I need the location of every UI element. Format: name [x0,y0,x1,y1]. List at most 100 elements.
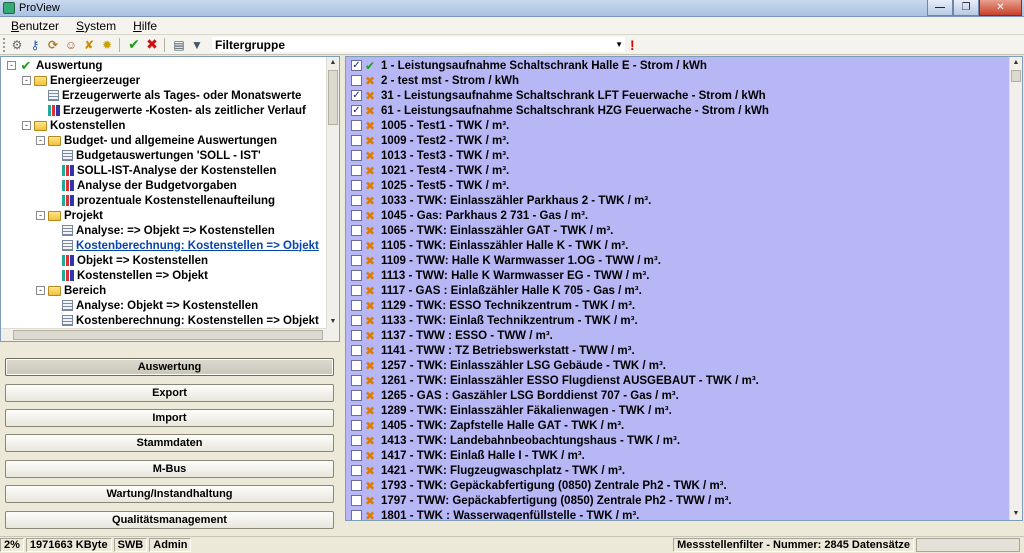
checkbox[interactable] [351,345,362,356]
tree-horizontal-scrollbar[interactable] [1,328,327,341]
nav-button-export[interactable]: Export [5,384,334,402]
tree-item[interactable]: SOLL-IST-Analyse der Kostenstellen [62,163,276,178]
checkbox[interactable] [351,195,362,206]
checkbox[interactable] [351,285,362,296]
checkbox[interactable] [351,135,362,146]
checkbox[interactable] [351,450,362,461]
meter-row[interactable]: ✓ ✖ 31 - Leistungsaufnahme Schaltschrank L… [351,88,766,103]
tree-item[interactable]: Projekt [48,208,103,223]
nav-button-qualitätsmanagement[interactable]: Qualitätsmanagement [5,511,334,529]
meter-row[interactable]: ✖ 1105 - TWK: Einlasszähler Halle K - TWK… [351,238,628,253]
meter-row[interactable]: ✖ 1797 - TWW: Gepäckabfertigung (0850) Ze… [351,493,732,508]
tree-item[interactable]: Analyse: Objekt => Kostenstellen [62,298,258,313]
meter-row[interactable]: ✖ 1261 - TWK: Einlasszähler ESSO Flugdien… [351,373,759,388]
tree-item[interactable]: Bereich [48,283,106,298]
tree-item[interactable]: Analyse: => Objekt => Kostenstellen [62,223,275,238]
meter-row[interactable]: ✖ 1033 - TWK: Einlasszähler Parkhaus 2 - … [351,193,651,208]
meter-row[interactable]: ✖ 1133 - TWK: Einlaß Technikzentrum - TWK… [351,313,638,328]
tree-item[interactable]: prozentuale Kostenstellenaufteilung [62,193,275,208]
meter-row[interactable]: ✖ 1421 - TWK: Flugzeugwaschplatz - TWK / … [351,463,625,478]
filter-warning-icon[interactable]: ! [630,37,635,53]
tree-item[interactable]: Energieerzeuger [34,73,140,88]
filter-group-select[interactable]: Filtergruppe ▼ [211,36,626,53]
report-icon[interactable]: ▤ [171,37,187,53]
nav-button-auswertung[interactable]: Auswertung [5,358,334,376]
tool-gear-icon[interactable]: ⚙ [9,37,25,53]
tree-scroll-thumb[interactable] [328,70,338,125]
tree-item[interactable]: Kostenstellen [34,118,125,133]
minimize-button[interactable]: — [927,0,953,16]
meter-row[interactable]: ✖ 1265 - GAS : Gaszähler LSG Borddienst 7… [351,388,679,403]
wrench-icon[interactable]: ✘ [81,37,97,53]
nav-button-import[interactable]: Import [5,409,334,427]
checkbox[interactable] [351,480,362,491]
meter-row[interactable]: ✖ 1793 - TWK: Gepäckabfertigung (0850) Ze… [351,478,727,493]
tree-item[interactable]: Analyse der Budgetvorgaben [62,178,237,193]
menu-system[interactable]: System [65,19,122,33]
meter-row[interactable]: ✓ ✔ 1 - Leistungsaufnahme Schaltschrank Ha… [351,58,707,73]
cancel-icon[interactable]: ✖ [144,36,160,53]
meter-row[interactable]: ✖ 1801 - TWK : Wasserwagenfüllstelle - TW… [351,508,639,520]
meter-row[interactable]: ✖ 1113 - TWW: Halle K Warmwasser EG - TWW… [351,268,649,283]
meter-row[interactable]: ✖ 1013 - Test3 - TWK / m³. [351,148,509,163]
meter-row[interactable]: ✖ 1065 - TWK: Einlasszähler GAT - TWK / m… [351,223,613,238]
meter-row[interactable]: ✖ 1141 - TWW : TZ Betriebswerkstatt - TWW… [351,343,635,358]
meter-row[interactable]: ✖ 2 - test mst - Strom / kWh [351,73,519,88]
menu-benutzer[interactable]: Benutzer [0,19,65,33]
meter-row[interactable]: ✖ 1289 - TWK: Einlasszähler Fäkalienwagen… [351,403,672,418]
checkbox[interactable] [351,360,362,371]
checkbox[interactable] [351,405,362,416]
nav-button-wartung-instandhaltung[interactable]: Wartung/Instandhaltung [5,485,334,503]
tree-collapse-icon[interactable]: - [7,61,16,70]
tree-collapse-icon[interactable]: - [36,286,45,295]
nav-button-m-bus[interactable]: M-Bus [5,460,334,478]
tree-item[interactable]: ✔ Auswertung [19,58,103,73]
checkbox[interactable] [351,240,362,251]
evaluation-tree[interactable]: - ✔ Auswertung - Energieerzeuger Erzeugerwert… [0,56,340,342]
tree-collapse-icon[interactable]: - [22,76,31,85]
filter-icon[interactable]: ▼ [189,37,205,53]
network-icon[interactable]: ⚷ [27,37,43,53]
meter-row[interactable]: ✖ 1129 - TWK: ESSO Technikzentrum - TWK /… [351,298,635,313]
nav-button-stammdaten[interactable]: Stammdaten [5,434,334,452]
scroll-down-icon[interactable]: ▼ [327,316,339,328]
checkbox-checked[interactable]: ✓ [351,105,362,116]
checkbox[interactable] [351,300,362,311]
checkbox[interactable] [351,375,362,386]
checkbox-checked[interactable]: ✓ [351,90,362,101]
tree-item[interactable]: Budget- und allgemeine Auswertungen [48,133,277,148]
tree-item[interactable]: Budgetauswertungen 'SOLL - IST' [62,148,261,163]
meter-row[interactable]: ✖ 1045 - Gas: Parkhaus 2 731 - Gas / m³. [351,208,588,223]
tree-item[interactable]: Erzeugerwerte -Kosten- als zeitlicher Ve… [48,103,306,118]
checkbox[interactable] [351,225,362,236]
settings-icon[interactable]: ✹ [99,37,115,53]
meter-list[interactable]: ✓ ✔ 1 - Leistungsaufnahme Schaltschrank Ha… [345,56,1023,521]
refresh-icon[interactable]: ⟳ [45,37,61,53]
meter-row[interactable]: ✖ 1417 - TWK: Einlaß Halle I - TWK / m³. [351,448,585,463]
tree-item[interactable]: Kostenberechnung: Kostenstellen => Objek… [62,313,319,328]
tree-collapse-icon[interactable]: - [36,211,45,220]
checkbox-checked[interactable]: ✓ [351,60,362,71]
scroll-up-icon[interactable]: ▲ [1010,57,1022,69]
restore-button[interactable]: ❐ [953,0,979,16]
scroll-down-icon[interactable]: ▼ [1010,508,1022,520]
checkbox[interactable] [351,330,362,341]
tree-item[interactable]: Objekt => Kostenstellen [62,253,208,268]
checkmark-icon[interactable]: ✔ [126,36,142,53]
meter-row[interactable]: ✖ 1413 - TWK: Landebahnbeobachtungshaus -… [351,433,680,448]
toolbar-grip[interactable] [3,37,7,52]
checkbox[interactable] [351,120,362,131]
checkbox[interactable] [351,465,362,476]
checkbox[interactable] [351,390,362,401]
checkbox[interactable] [351,435,362,446]
meter-row[interactable]: ✖ 1009 - Test2 - TWK / m³. [351,133,509,148]
tree-hscroll-thumb[interactable] [13,330,323,340]
meter-row[interactable]: ✖ 1117 - GAS : Einlaßzähler Halle K 705 -… [351,283,642,298]
meter-row[interactable]: ✖ 1257 - TWK: Einlasszähler LSG Gebäude -… [351,358,666,373]
chevron-down-icon[interactable]: ▼ [615,40,623,49]
checkbox[interactable] [351,210,362,221]
tree-collapse-icon[interactable]: - [22,121,31,130]
meter-row[interactable]: ✖ 1025 - Test5 - TWK / m³. [351,178,509,193]
tree-item[interactable]: Erzeugerwerte als Tages- oder Monatswert… [48,88,301,103]
meter-list-scrollbar[interactable]: ▲ ▼ [1009,57,1022,520]
